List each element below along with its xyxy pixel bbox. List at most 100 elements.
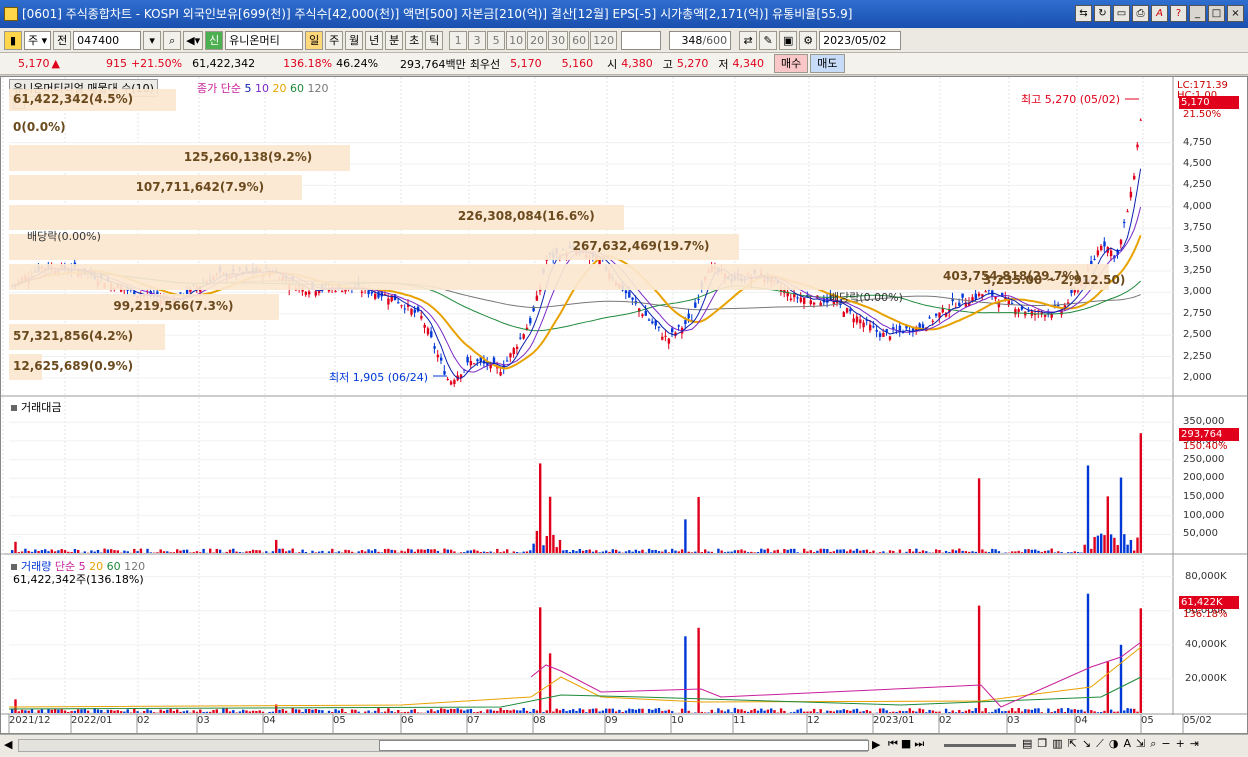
period-second[interactable]: 초 xyxy=(405,30,424,50)
volume-bar xyxy=(179,711,182,713)
period-minute[interactable]: 분 xyxy=(385,30,404,50)
horizontal-scrollbar[interactable] xyxy=(18,739,869,752)
prev-button[interactable]: 전 xyxy=(53,30,72,50)
interval-5[interactable]: 5 xyxy=(487,30,506,50)
volume-bar xyxy=(578,708,581,713)
volume-bar xyxy=(387,708,390,713)
scroll-right-icon[interactable]: ▶ xyxy=(872,738,880,751)
print-icon[interactable]: ⎙ xyxy=(1132,5,1149,22)
pan-icon[interactable]: ⇲ xyxy=(1136,737,1145,751)
amount-bar xyxy=(377,551,380,553)
interval-30[interactable]: 30 xyxy=(548,30,569,50)
transfer-icon[interactable]: ⇄ xyxy=(739,30,758,50)
amount-bar xyxy=(704,549,707,553)
sound-icon[interactable]: ◀▾ xyxy=(183,30,204,50)
volume-bar xyxy=(1100,712,1103,713)
interval-1[interactable]: 1 xyxy=(449,30,468,50)
volume-bar xyxy=(766,709,770,713)
volume-bar xyxy=(799,708,803,713)
interval-60[interactable]: 60 xyxy=(569,30,590,50)
amount-bar xyxy=(311,550,314,553)
candle-body xyxy=(1139,119,1142,121)
gear-icon[interactable]: ⚙ xyxy=(799,30,818,50)
text-tool-icon[interactable]: A xyxy=(1123,737,1131,751)
amount-bar xyxy=(591,551,595,553)
volume-bar xyxy=(852,709,855,713)
line-tool-icon[interactable]: ↘ xyxy=(1082,737,1091,751)
sell-button[interactable]: 매도 xyxy=(810,54,845,73)
amount-bar xyxy=(836,549,839,553)
amount-bar xyxy=(608,551,611,553)
amount-bar xyxy=(1096,535,1100,553)
refresh-icon[interactable]: ↻ xyxy=(1094,5,1111,22)
interval-3[interactable]: 3 xyxy=(468,30,487,50)
interval-120[interactable]: 120 xyxy=(590,30,618,50)
amount-bar xyxy=(123,550,126,553)
volume-bar xyxy=(301,711,304,713)
period-year[interactable]: 년 xyxy=(365,30,384,50)
chart-tool-icon[interactable]: ✎ xyxy=(759,30,778,50)
window-icon[interactable]: ▭ xyxy=(1113,5,1130,22)
arrow-tool-icon[interactable]: ⇱ xyxy=(1068,737,1077,751)
zoom-slider[interactable] xyxy=(944,744,1016,747)
fan-tool-icon[interactable]: ⟋ xyxy=(1096,737,1104,751)
interval-input[interactable] xyxy=(621,30,662,50)
market-select[interactable]: 주 ▾ xyxy=(24,30,52,50)
volume-bar xyxy=(723,711,727,713)
help-icon[interactable]: ? xyxy=(1170,5,1187,22)
amount-bar xyxy=(476,550,479,553)
volume-bar xyxy=(344,712,347,713)
link-icon[interactable]: ⇆ xyxy=(1075,5,1092,22)
prev-icon[interactable]: ⏮ xyxy=(888,737,898,751)
volume-bar xyxy=(971,710,974,713)
volume-bar xyxy=(700,711,704,713)
close-button[interactable]: × xyxy=(1227,5,1244,22)
volume-bar xyxy=(839,710,842,713)
zoom-icon[interactable]: ⌕ xyxy=(1150,737,1156,751)
quote-vol-ratio: 136.18% xyxy=(283,57,333,70)
code-input[interactable]: 047400 xyxy=(73,30,142,50)
fit-icon[interactable]: ⇥ xyxy=(1190,737,1199,751)
font-icon[interactable]: A xyxy=(1151,5,1168,22)
period-month[interactable]: 월 xyxy=(345,30,364,50)
chart-area[interactable]: 유니온머티리얼 매물대 수(10) 종가 단순 5 10 20 60 120 L… xyxy=(0,76,1248,734)
volume-bar xyxy=(298,709,301,713)
zoom-in-icon[interactable]: + xyxy=(1176,737,1185,751)
period-week[interactable]: 주 xyxy=(325,30,344,50)
layout-icon[interactable]: ▤ xyxy=(1022,737,1032,751)
x-tick-label: 2022/01 xyxy=(71,715,113,726)
date-input[interactable]: 2023/05/02 xyxy=(819,30,902,50)
volume-bar xyxy=(1123,710,1126,713)
buy-button[interactable]: 매수 xyxy=(774,54,809,73)
tone-icon[interactable]: ◑ xyxy=(1109,737,1119,751)
search-icon[interactable]: ⌕ xyxy=(163,30,182,50)
candle-body xyxy=(803,298,806,304)
scroll-thumb[interactable] xyxy=(379,740,869,751)
count-input[interactable]: 348/600 xyxy=(669,30,732,50)
scroll-left-icon[interactable]: ◀ xyxy=(4,738,12,751)
period-day[interactable]: 일 xyxy=(305,30,324,50)
stop-icon[interactable]: ■ xyxy=(901,737,911,751)
volume-bar xyxy=(694,712,697,713)
next-icon[interactable]: ⏭ xyxy=(914,737,924,751)
quote-change: 915 xyxy=(105,57,127,70)
amount-bar xyxy=(822,548,826,553)
volume-bar xyxy=(911,710,915,713)
settings-icon[interactable]: ▮ xyxy=(4,30,22,50)
zoom-out-icon[interactable]: − xyxy=(1161,737,1170,751)
volume-bar xyxy=(67,711,70,713)
amount-bar xyxy=(812,552,816,553)
interval-10[interactable]: 10 xyxy=(506,30,527,50)
volume-bar xyxy=(1037,708,1040,713)
minimize-button[interactable]: _ xyxy=(1189,5,1206,22)
candle-body xyxy=(314,291,317,296)
window-split-icon[interactable]: ▥ xyxy=(1052,737,1062,751)
save-icon[interactable]: ▣ xyxy=(779,30,798,50)
code-dropdown-icon[interactable]: ▾ xyxy=(143,30,162,50)
interval-20[interactable]: 20 xyxy=(527,30,548,50)
copy-icon[interactable]: ❐ xyxy=(1037,737,1047,751)
maximize-button[interactable]: □ xyxy=(1208,5,1225,22)
period-tick[interactable]: 틱 xyxy=(425,30,444,50)
amount-bar xyxy=(641,549,644,553)
amount-bar xyxy=(687,551,690,553)
